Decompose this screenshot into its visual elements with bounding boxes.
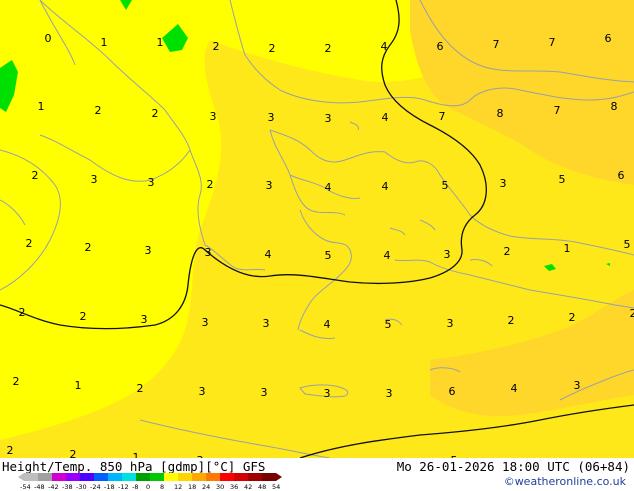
temperature-value: 2 [95,104,102,117]
colorbar-segment [164,473,178,481]
temperature-value: 2 [325,42,332,55]
temperature-value: 5 [559,173,566,186]
temperature-value: 4 [324,318,331,331]
temperature-value: 3 [202,316,209,329]
colorbar-segment [206,473,220,481]
temperature-value: 2 [80,310,87,323]
colorbar-segment [220,473,234,481]
temperature-value: 3 [447,317,454,330]
temperature-value: 2 [504,245,511,258]
temperature-value: 3 [325,112,332,125]
colorbar-segment [192,473,206,481]
colorbar-arrow-left [18,473,24,481]
temperature-value: 4 [384,249,391,262]
temperature-value: 4 [382,111,389,124]
colorbar-segment [262,473,276,481]
temperature-value: 4 [265,248,272,261]
temperature-value: 2 [207,178,214,191]
colorbar-segment [108,473,122,481]
colorbar-segment [122,473,136,481]
colorbar-segment [178,473,192,481]
temperature-value: 3 [199,385,206,398]
temperature-value: 5 [325,249,332,262]
map-footer: Height/Temp. 850 hPa [gdmp][°C] GFS Mo 2… [0,458,634,490]
temperature-value: 2 [7,444,14,457]
temperature-value: 4 [325,181,332,194]
temperature-value: 2 [32,169,39,182]
valid-time: Mo 26-01-2026 18:00 UTC (06+84) [397,459,630,474]
colorbar-segment [94,473,108,481]
temperature-value: 5 [624,238,631,251]
temperature-value: 8 [611,100,618,113]
temperature-value: 2 [85,241,92,254]
temperature-value: 6 [618,169,625,182]
temperature-value: 3 [205,246,212,259]
credit-link[interactable]: ©weatheronline.co.uk [504,475,626,488]
temperature-value: 3 [386,387,393,400]
temperature-value: 1 [157,36,164,49]
colorbar-segment [52,473,66,481]
colorbar-segment [80,473,94,481]
temperature-value: 3 [266,179,273,192]
temperature-value: 1 [133,451,140,458]
colorbar-segment [66,473,80,481]
temperature-value: 1 [564,242,571,255]
temperature-value: 2 [630,307,634,320]
temperature-value: 6 [605,32,612,45]
temperature-value: 1 [38,100,45,113]
temperature-value: 3 [444,248,451,261]
temperature-value: 7 [554,104,561,117]
temperature-value: 3 [324,387,331,400]
colorbar [18,472,294,482]
temperature-value: 3 [268,111,275,124]
temperature-value: 2 [152,107,159,120]
temperature-value: 3 [500,177,507,190]
colorbar-arrow-right [276,473,282,481]
temperature-value: 5 [442,179,449,192]
temperature-value: 3 [145,244,152,257]
temperature-value: 1 [101,36,108,49]
map-canvas: 0 1 1 2 2 2 4 6 7 7 6 1 2 2 3 3 3 4 7 8 7 8 2 3 3 2 3 4 4 5 3 5 6 2 2 3 3 4 5 4… [0,0,634,458]
temperature-value: 1 [75,379,82,392]
temperature-value: 0 [45,32,52,45]
weather-map: 0 1 1 2 2 2 4 6 7 7 6 1 2 2 3 3 3 4 7 8 7 8 2 3 3 2 3 4 4 5 3 5 6 2 2 3 3 4 5 4… [0,0,634,458]
temperature-value: 3 [574,379,581,392]
temperature-value: 2 [26,237,33,250]
temperature-value: 3 [210,110,217,123]
temperature-value: 4 [382,180,389,193]
colorbar-segment [38,473,52,481]
colorbar-segment [150,473,164,481]
temperature-value: 2 [70,448,77,458]
temperature-value: 3 [261,386,268,399]
temperature-value: 2 [137,382,144,395]
temperature-value: 2 [13,375,20,388]
temperature-value: 7 [493,38,500,51]
temperature-value: 2 [508,314,515,327]
temperature-value: 3 [141,313,148,326]
temperature-value: 3 [263,317,270,330]
temperature-value: 3 [148,176,155,189]
colorbar-segment [136,473,150,481]
temperature-value: 8 [497,107,504,120]
temperature-value: 7 [549,36,556,49]
colorbar-segment [248,473,262,481]
temperature-value: 7 [439,110,446,123]
temperature-value: 6 [449,385,456,398]
temperature-value: 5 [385,318,392,331]
colorbar-segment [234,473,248,481]
temperature-value: 6 [437,40,444,53]
temperature-value: 3 [91,173,98,186]
temperature-value: 2 [19,306,26,319]
colorbar-segment [24,473,38,481]
temperature-value: 4 [381,40,388,53]
temperature-value: 2 [213,40,220,53]
temperature-value: 2 [269,42,276,55]
temperature-value: 2 [569,311,576,324]
temperature-value: 4 [511,382,518,395]
